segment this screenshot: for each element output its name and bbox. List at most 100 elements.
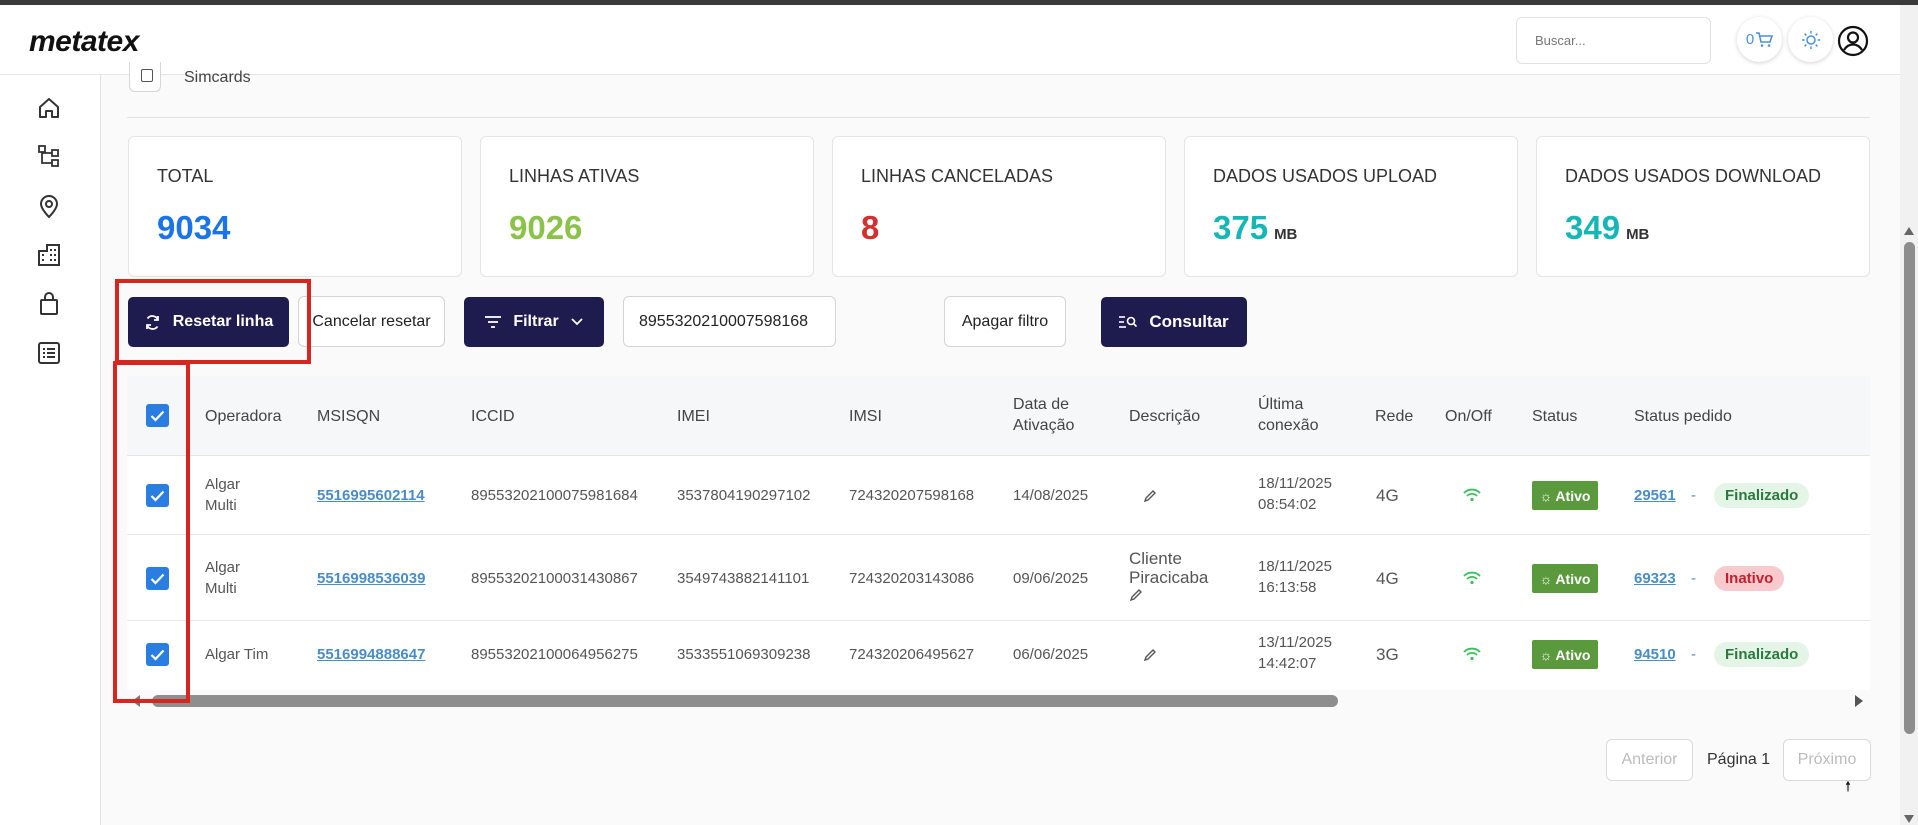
table-row: Algar Tim 5516994888647 8955320210006495… <box>127 621 1870 690</box>
edit-pencil-icon[interactable] <box>1143 489 1157 503</box>
vertical-scroll-thumb[interactable] <box>1904 242 1915 734</box>
header-operadora[interactable]: Operadora <box>205 406 282 427</box>
order-link[interactable]: 94510 <box>1634 644 1676 665</box>
status-text: Ativo <box>1555 570 1591 587</box>
stat-value: 375 MB <box>1213 209 1298 246</box>
select-all-checkbox[interactable] <box>146 404 169 427</box>
vertical-scrollbar[interactable] <box>1900 5 1918 825</box>
sun-icon <box>1801 30 1820 49</box>
checkmark-icon <box>150 573 165 585</box>
stat-unit: MB <box>1274 226 1298 243</box>
header-ultima-conexao[interactable]: Última conexão <box>1258 394 1338 436</box>
cell-ultima-conexao: 13/11/2025 14:42:07 <box>1258 634 1332 672</box>
hierarchy-icon[interactable] <box>36 143 62 169</box>
header-msisqn[interactable]: MSISQN <box>317 406 380 427</box>
cell-imei: 3549743882141101 <box>677 570 810 587</box>
scroll-top-icon[interactable]: 🠕 <box>1845 776 1851 800</box>
cell-imsi: 724320206495627 <box>849 646 975 663</box>
table-row: Algar Multi 5516998536039 89553202100031… <box>127 535 1870 621</box>
user-icon[interactable] <box>1837 25 1869 57</box>
status-badge-ativo: ☼ Ativo <box>1532 640 1598 669</box>
horizontal-scroll-thumb[interactable] <box>152 695 1338 707</box>
query-button[interactable]: Consultar <box>1101 297 1247 347</box>
reset-line-button[interactable]: Resetar linha <box>128 297 289 347</box>
cell-operadora: Algar Tim <box>205 646 269 663</box>
scroll-down-icon[interactable] <box>1904 815 1914 823</box>
previous-page-button[interactable]: Anterior <box>1606 739 1693 781</box>
buildings-icon[interactable] <box>36 242 62 268</box>
cell-msisqn-link[interactable]: 5516994888647 <box>317 644 425 665</box>
clear-filter-button[interactable]: Apagar filtro <box>944 296 1066 347</box>
table-header: Operadora MSISQN ICCID IMEI IMSI Data de… <box>127 376 1870 456</box>
scroll-left-icon[interactable] <box>131 695 141 707</box>
cell-msisqn-link[interactable]: 5516998536039 <box>317 568 425 589</box>
search-input[interactable] <box>1516 17 1711 64</box>
home-icon[interactable] <box>36 95 62 121</box>
cell-msisqn-link[interactable]: 5516995602114 <box>317 485 425 506</box>
header-descricao[interactable]: Descrição <box>1129 406 1200 427</box>
sun-icon: ☼ <box>1539 570 1553 587</box>
cell-rede: 3G <box>1376 645 1399 664</box>
list-icon[interactable] <box>36 340 62 366</box>
order-link[interactable]: 69323 <box>1634 568 1676 589</box>
edit-pencil-icon[interactable] <box>1129 588 1143 602</box>
header-onoff[interactable]: On/Off <box>1445 406 1492 427</box>
cell-ultima-conexao: 18/11/2025 16:13:58 <box>1258 558 1332 596</box>
order-separator: - <box>1691 570 1696 587</box>
stat-label: LINHAS ATIVAS <box>509 166 640 186</box>
chevron-down-icon <box>571 318 583 326</box>
refresh-icon <box>145 314 159 330</box>
checkmark-icon <box>150 410 165 422</box>
header-imei[interactable]: IMEI <box>677 406 710 427</box>
stat-label: LINHAS CANCELADAS <box>861 166 1054 186</box>
header-iccid[interactable]: ICCID <box>471 406 515 427</box>
sidebar <box>0 75 101 825</box>
cell-iccid: 89553202100064956275 <box>471 646 638 663</box>
sun-icon: ☼ <box>1539 646 1553 663</box>
cart-button[interactable]: 0 <box>1737 17 1782 62</box>
header-status-pedido[interactable]: Status pedido <box>1634 406 1732 427</box>
filter-value-input[interactable]: 8955320210007598168 <box>623 296 836 347</box>
cell-descricao: Cliente Piracicaba <box>1129 549 1209 587</box>
metatex-logo[interactable]: metatex <box>29 25 139 59</box>
order-status-pill: Finalizado <box>1714 483 1810 508</box>
page-indicator: Página 1 <box>1707 751 1771 768</box>
shopping-bag-icon[interactable] <box>36 291 62 317</box>
stat-unit: MB <box>1626 226 1650 243</box>
scroll-up-icon[interactable] <box>1904 227 1914 235</box>
search-list-icon <box>1119 316 1138 328</box>
wifi-icon <box>1463 488 1481 502</box>
page-title-row: Simcards <box>127 62 1870 118</box>
cell-iccid: 89553202100031430867 <box>471 570 638 587</box>
header-imsi[interactable]: IMSI <box>849 406 882 427</box>
cell-imei: 3537804190297102 <box>677 487 811 504</box>
scroll-right-icon[interactable] <box>1854 695 1864 707</box>
cart-icon <box>1756 31 1774 47</box>
horizontal-scrollbar[interactable] <box>127 692 1870 710</box>
stat-label: TOTAL <box>157 166 214 186</box>
stat-value: 8 <box>861 209 880 246</box>
cell-rede: 4G <box>1376 486 1399 505</box>
location-pin-icon[interactable] <box>36 193 62 219</box>
row-checkbox[interactable] <box>146 643 169 666</box>
row-checkbox[interactable] <box>146 484 169 507</box>
header-rede[interactable]: Rede <box>1375 406 1413 427</box>
next-page-button[interactable]: Próximo <box>1783 739 1871 781</box>
header-data-ativacao[interactable]: Data de Ativação <box>1013 394 1093 436</box>
theme-toggle-button[interactable] <box>1788 17 1833 62</box>
status-text: Ativo <box>1555 487 1591 504</box>
stat-label: DADOS USADOS UPLOAD <box>1213 166 1438 186</box>
filter-button[interactable]: Filtrar <box>464 297 604 347</box>
order-link[interactable]: 29561 <box>1634 485 1676 506</box>
order-separator: - <box>1691 487 1696 504</box>
cell-ultima-conexao: 18/11/2025 08:54:02 <box>1258 475 1332 513</box>
stat-value: 9034 <box>157 209 231 246</box>
row-checkbox[interactable] <box>146 567 169 590</box>
cancel-reset-button[interactable]: Cancelar resetar <box>298 296 445 347</box>
status-text: Ativo <box>1555 646 1591 663</box>
cell-data-ativacao: 09/06/2025 <box>1013 570 1089 587</box>
edit-pencil-icon[interactable] <box>1143 648 1157 662</box>
header-status[interactable]: Status <box>1532 406 1577 427</box>
stat-card-linhas-ativas: LINHAS ATIVAS 9026 <box>480 136 814 277</box>
stat-card-upload: DADOS USADOS UPLOAD 375 MB <box>1184 136 1518 277</box>
